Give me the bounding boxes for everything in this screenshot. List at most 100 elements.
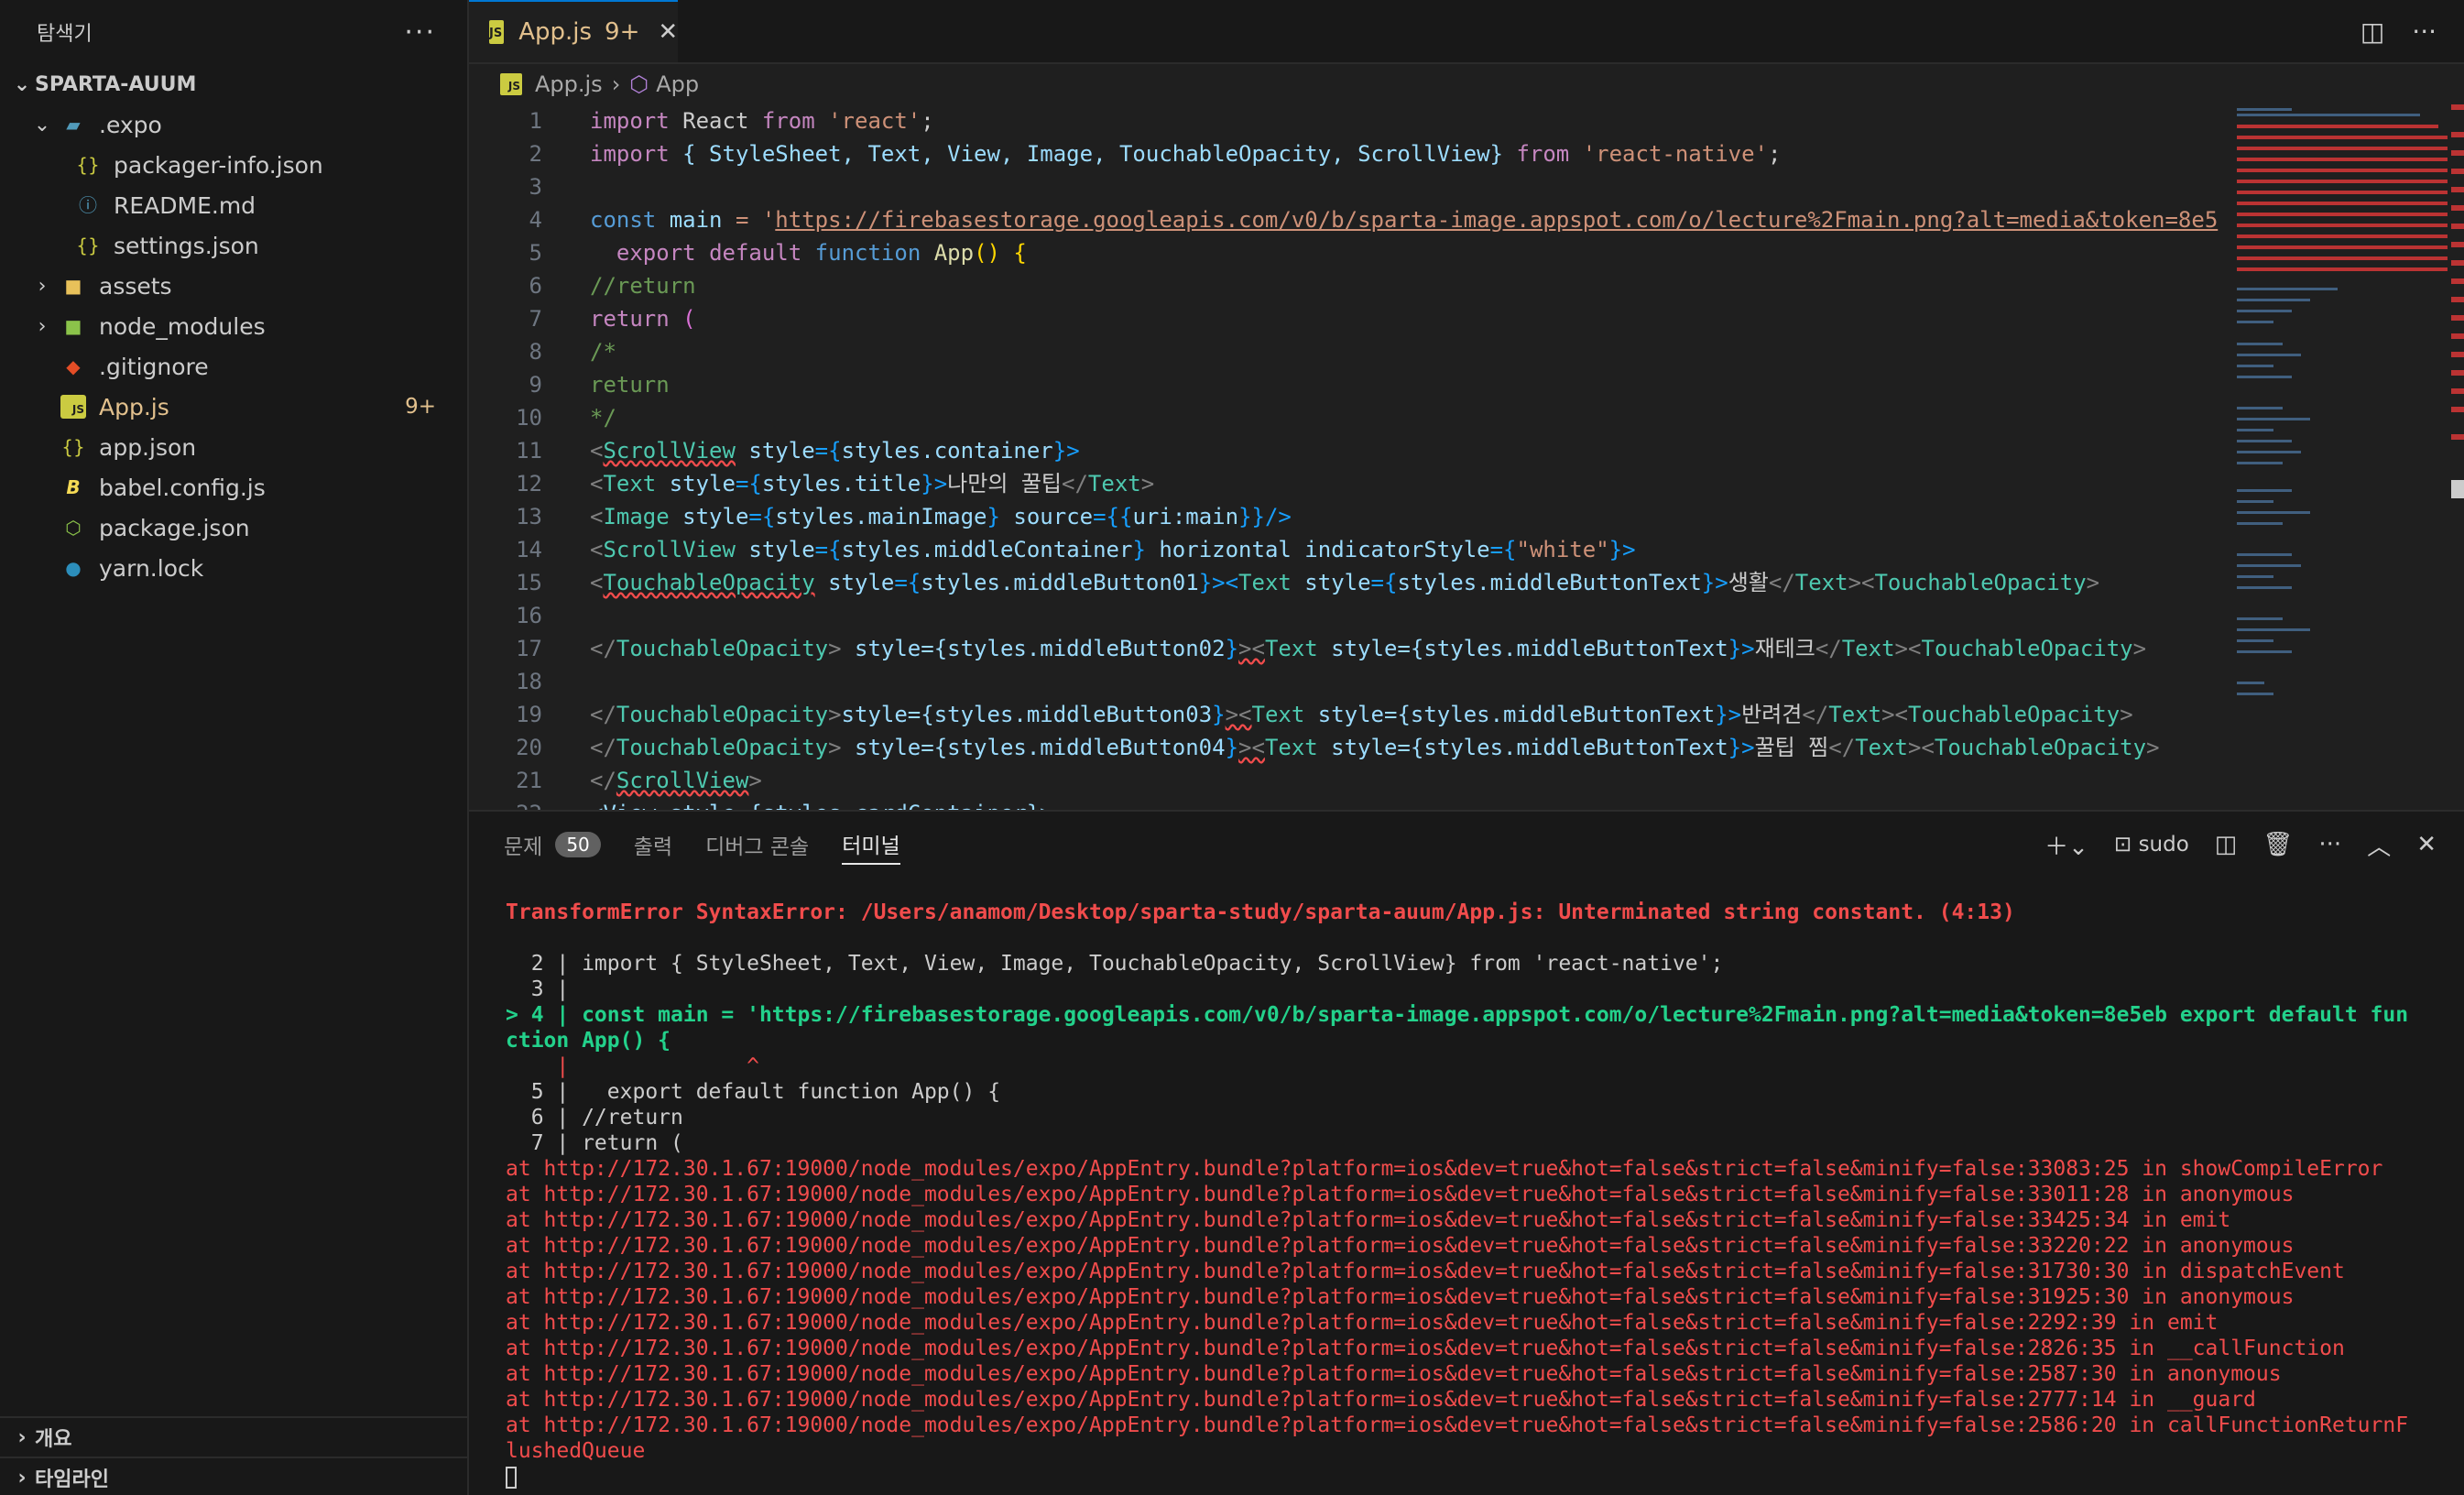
terminal-code-line: 2 | import { StyleSheet, Text, View, Ima… [506,952,1724,976]
code-line: 3 [529,174,542,200]
tab-problems-count: 9+ [605,18,640,46]
tree-item-assets-folder[interactable]: › ■ assets [0,266,467,306]
stack-line: lushedQueue [506,1439,646,1463]
breadcrumb: JS App.js › ⬡ App [469,64,2464,104]
outline-section[interactable]: › 개요 [0,1416,467,1457]
more-actions-icon[interactable]: ··· [2412,16,2437,47]
trash-icon[interactable]: 🗑 [2262,831,2293,858]
chevron-right-icon: › [17,1425,27,1449]
js-file-icon: JS [500,73,522,95]
tab-app-js[interactable]: JS App.js 9+ ✕ [469,0,678,62]
folder-icon: ■ [64,275,82,297]
json-file-icon: {} [76,235,100,256]
tab-terminal[interactable]: 터미널 [842,824,900,865]
panel-tab-bar: 문제 50 출력 디버그 콘솔 터미널 ＋⌄ ⊡ sudo ◫ 🗑 ··· ︿ … [469,812,2464,878]
overview-ruler[interactable] [2451,104,2464,810]
stack-line: at http://172.30.1.67:19000/node_modules… [506,1234,2295,1258]
stack-line: at http://172.30.1.67:19000/node_modules… [506,1157,2383,1181]
code-line: 11 <ScrollView style={styles.container}> [516,438,1080,464]
symbol-method-icon: ⬡ [629,71,649,97]
more-actions-icon[interactable]: ··· [404,16,436,49]
code-line: 5 export default function App() { [529,240,1027,266]
outline-label: 개요 [35,1428,72,1451]
project-folder-header[interactable]: ⌄ SPARTA-AUUM [0,64,467,104]
code-line: 13 <Image style={styles.mainImage} source… [516,504,1292,529]
tree-item-yarn-lock[interactable]: ● yarn.lock [0,548,467,588]
tree-item-readme[interactable]: ⓘ README.md [0,185,467,225]
babel-icon: B [66,476,81,498]
tree-item-app-js[interactable]: JS App.js 9+ [0,387,467,427]
explorer-title: 탐색기 [37,23,93,46]
breadcrumb-file[interactable]: App.js [535,71,603,97]
split-terminal-icon[interactable]: ◫ [2215,831,2238,858]
tab-output[interactable]: 출력 [634,824,672,865]
tree-item-babel-config[interactable]: B babel.config.js [0,467,467,507]
tree-item-label: babel.config.js [99,474,266,501]
code-editor[interactable]: 1 import React from 'react'; 2 import { St… [469,104,2219,810]
code-line: 10 */ [516,405,616,431]
editor-group: JS App.js 9+ ✕ ◫ ··· JS App.js › ⬡ App 1… [469,0,2464,810]
minimap[interactable] [2219,104,2452,810]
stack-line: at http://172.30.1.67:19000/node_modules… [506,1311,2219,1335]
editor-actions: ◫ ··· [2360,0,2464,62]
timeline-section[interactable]: › 타임라인 [0,1457,467,1495]
tab-problems[interactable]: 문제 50 [504,824,601,865]
code-line: 19 </TouchableOpacity>style={styles.middl… [516,702,2133,727]
code-line: 16 [516,603,542,628]
terminal-code-line: 7 | return ( [506,1131,683,1155]
terminal-output[interactable]: TransformError SyntaxError: /Users/anamo… [506,900,2448,1490]
terminal-code-line: 5 | export default function App() { [506,1080,1001,1104]
stack-line: at http://172.30.1.67:19000/node_modules… [506,1260,2345,1283]
terminal-caret-line: | ^ [506,1054,759,1078]
bottom-panel: 문제 50 출력 디버그 콘솔 터미널 ＋⌄ ⊡ sudo ◫ 🗑 ··· ︿ … [469,810,2464,1495]
chevron-right-icon: › [17,1466,27,1490]
terminal-code-line: ction App() { [506,1029,671,1053]
stack-line: at http://172.30.1.67:19000/node_modules… [506,1285,2295,1309]
code-line: 14 <ScrollView style={styles.middleContai… [516,537,1636,562]
yarn-icon: ● [65,557,82,579]
terminal-code-line: 6 | //return [506,1106,683,1129]
tree-item-expo-folder[interactable]: ⌄ ▰ .expo [0,104,467,145]
code-line: 2 import { StyleSheet, Text, View, Image,… [529,141,1782,167]
code-line: 21 </ScrollView> [516,768,762,793]
close-icon[interactable]: ✕ [658,18,678,46]
tree-item-label: App.js [99,393,169,420]
terminal-cursor [506,1466,517,1489]
chevron-right-icon: › [611,71,621,97]
tree-item-label: assets [99,272,172,300]
chevron-right-icon: › [38,274,47,298]
tree-item-package-json[interactable]: ⬡ package.json [0,507,467,548]
tree-item-gitignore[interactable]: ◆ .gitignore [0,346,467,387]
problems-count-badge: 50 [555,832,601,857]
tab-label: App.js [518,18,593,46]
stack-line: at http://172.30.1.67:19000/node_modules… [506,1337,2345,1360]
stack-line: at http://172.30.1.67:19000/node_modules… [506,1388,2256,1412]
tree-item-label: .expo [99,111,162,138]
more-actions-icon[interactable]: ··· [2318,831,2341,858]
add-terminal-icon[interactable]: ＋⌄ [2044,828,2088,862]
code-line: 7 return ( [529,306,696,332]
terminal-code-line: 3 | [506,977,570,1001]
tree-item-app-json[interactable]: {} app.json [0,427,467,467]
tree-item-label: app.json [99,433,197,461]
chevron-right-icon: › [38,314,47,338]
terminal-error-line: TransformError SyntaxError: /Users/anamo… [506,900,2015,924]
tree-item-node-modules-folder[interactable]: › ■ node_modules [0,306,467,346]
project-name: SPARTA-AUUM [35,72,197,96]
tree-item-settings[interactable]: {} settings.json [0,225,467,266]
tree-item-label: packager-info.json [114,151,323,179]
chevron-up-icon[interactable]: ︿ [2367,828,2391,862]
tree-item-packager-info[interactable]: {} packager-info.json [0,145,467,185]
code-line: 8/* [529,339,616,365]
json-file-icon: {} [61,436,85,458]
code-line: 17 </TouchableOpacity> style={styles.midd… [516,636,2147,661]
breadcrumb-symbol[interactable]: App [656,71,699,97]
stack-line: at http://172.30.1.67:19000/node_modules… [506,1362,2282,1386]
tab-debug-console[interactable]: 디버그 콘솔 [705,824,809,865]
explorer-header: 탐색기 ··· [0,0,467,64]
split-editor-icon[interactable]: ◫ [2360,16,2384,47]
close-icon[interactable]: ✕ [2416,831,2437,858]
terminal-shell-selector[interactable]: ⊡ sudo [2114,833,2189,857]
nodejs-icon: ⬡ [65,517,82,539]
stack-line: at http://172.30.1.67:19000/node_modules… [506,1413,2409,1437]
